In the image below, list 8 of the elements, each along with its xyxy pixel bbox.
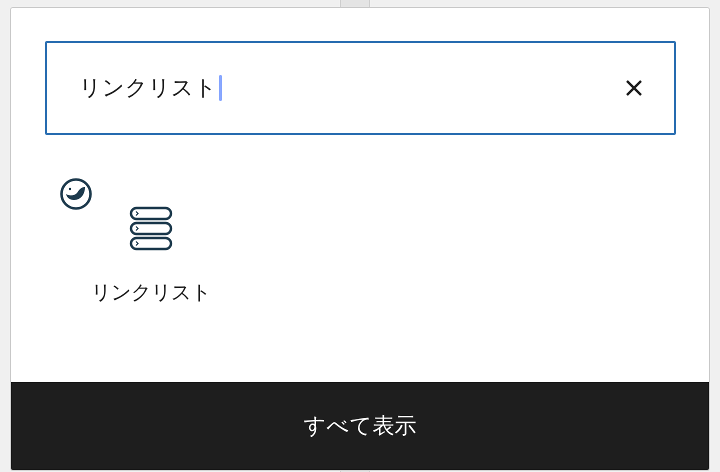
bird-badge-icon [59,177,93,211]
search-field[interactable]: リンクリスト [45,41,676,135]
link-list-icon [129,205,173,253]
block-item[interactable]: リンクリスト [59,177,243,382]
block-label: リンクリスト [91,279,211,306]
show-all-button[interactable]: すべて表示 [11,382,709,470]
search-text: リンクリスト [79,75,217,103]
close-icon[interactable] [624,78,644,98]
